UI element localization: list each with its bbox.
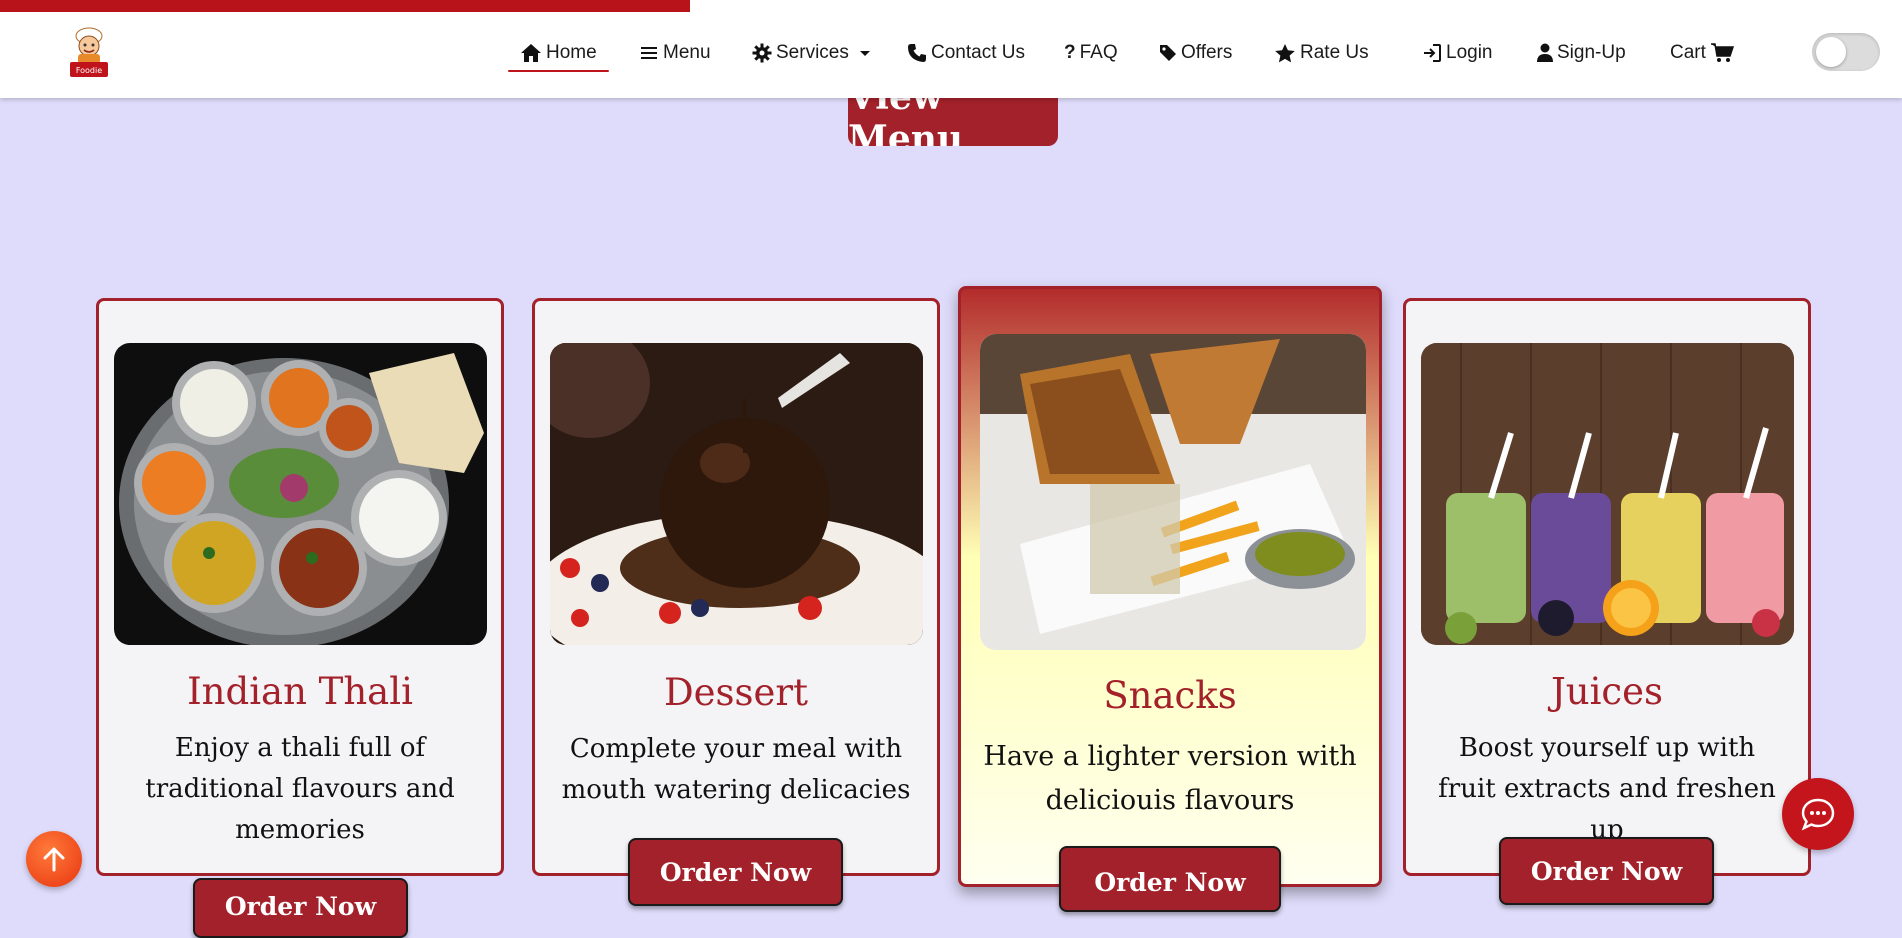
- juices-image: [1421, 343, 1794, 645]
- question-icon: ?: [1064, 42, 1076, 63]
- order-now-button[interactable]: Order Now: [628, 838, 843, 906]
- user-icon: [1537, 43, 1553, 62]
- home-icon: [521, 44, 541, 62]
- nav-contact-label: Contact Us: [931, 42, 1025, 63]
- nav-services-label: Services: [776, 42, 849, 63]
- card-description: Enjoy a thali full of traditional flavou…: [145, 733, 455, 845]
- nav-menu[interactable]: Menu: [641, 38, 711, 68]
- card-snacks: Snacks Have a lighter version with delic…: [958, 286, 1382, 887]
- phone-icon: [908, 44, 926, 62]
- nav-menu-label: Menu: [663, 42, 711, 63]
- card-description: Boost yourself up with fruit extracts an…: [1438, 733, 1776, 845]
- nav-login[interactable]: Login: [1422, 38, 1493, 68]
- nav-rate-label: Rate Us: [1300, 42, 1369, 63]
- nav-rate[interactable]: Rate Us: [1274, 38, 1369, 68]
- nav-offers[interactable]: Offers: [1159, 38, 1232, 68]
- chat-icon: [1801, 798, 1835, 831]
- scroll-progress-fill: [0, 0, 691, 12]
- nav-services[interactable]: Services: [752, 38, 877, 68]
- tag-icon: [1160, 45, 1176, 61]
- card-juices: Juices Boost yourself up with fruit extr…: [1403, 298, 1811, 876]
- scroll-progress-bar: [0, 0, 1902, 12]
- nav-contact[interactable]: Contact Us: [907, 38, 1025, 68]
- dessert-image: [550, 343, 923, 645]
- theme-toggle[interactable]: [1812, 33, 1880, 71]
- order-now-button[interactable]: Order Now: [1499, 837, 1714, 905]
- arrow-up-icon: [43, 847, 65, 872]
- card-title: Juices: [1550, 670, 1664, 713]
- bars-icon: [641, 47, 657, 59]
- nav-offers-label: Offers: [1181, 42, 1233, 63]
- nav-cart[interactable]: Cart: [1670, 38, 1738, 68]
- card-dessert: Dessert Complete your meal with mouth wa…: [532, 298, 940, 876]
- card-title: Snacks: [1103, 674, 1237, 717]
- snacks-image: [980, 334, 1366, 650]
- order-now-label: Order Now: [1530, 856, 1683, 886]
- cart-icon: [1710, 43, 1734, 62]
- logo-text: Foodie: [76, 66, 102, 75]
- scroll-to-top-button[interactable]: [26, 831, 82, 887]
- nav-cart-label: Cart: [1670, 42, 1706, 63]
- nav-faq-label: FAQ: [1079, 42, 1118, 63]
- card-title: Indian Thali: [187, 670, 413, 713]
- order-now-label: Order Now: [1094, 868, 1246, 897]
- thali-image: [114, 343, 487, 645]
- nav-home-label: Home: [546, 42, 597, 63]
- order-now-label: Order Now: [224, 892, 377, 921]
- card-description: Complete your meal with mouth watering d…: [561, 734, 911, 805]
- nav-home[interactable]: Home: [508, 38, 609, 72]
- nav-faq[interactable]: ? FAQ: [1064, 38, 1118, 68]
- card-description: Have a lighter version with deliciouis f…: [983, 741, 1357, 816]
- order-now-button[interactable]: Order Now: [1059, 846, 1281, 912]
- gear-icon: [752, 43, 772, 63]
- chat-button[interactable]: [1782, 778, 1854, 850]
- card-indian-thali: Indian Thali Enjoy a thali full of tradi…: [96, 298, 504, 876]
- site-logo[interactable]: Foodie: [66, 26, 112, 78]
- nav-signup-label: Sign-Up: [1557, 42, 1626, 63]
- order-now-button[interactable]: Order Now: [193, 878, 408, 938]
- star-icon: [1275, 43, 1295, 62]
- toggle-knob: [1816, 37, 1846, 67]
- caret-down-icon: [859, 51, 870, 56]
- order-now-label: Order Now: [659, 857, 812, 887]
- nav-signup[interactable]: Sign-Up: [1537, 38, 1626, 68]
- login-icon: [1424, 44, 1441, 62]
- navbar: Foodie Home Menu Services Contact Us ? F…: [0, 0, 1902, 98]
- card-title: Dessert: [664, 671, 808, 714]
- nav-login-label: Login: [1446, 42, 1493, 63]
